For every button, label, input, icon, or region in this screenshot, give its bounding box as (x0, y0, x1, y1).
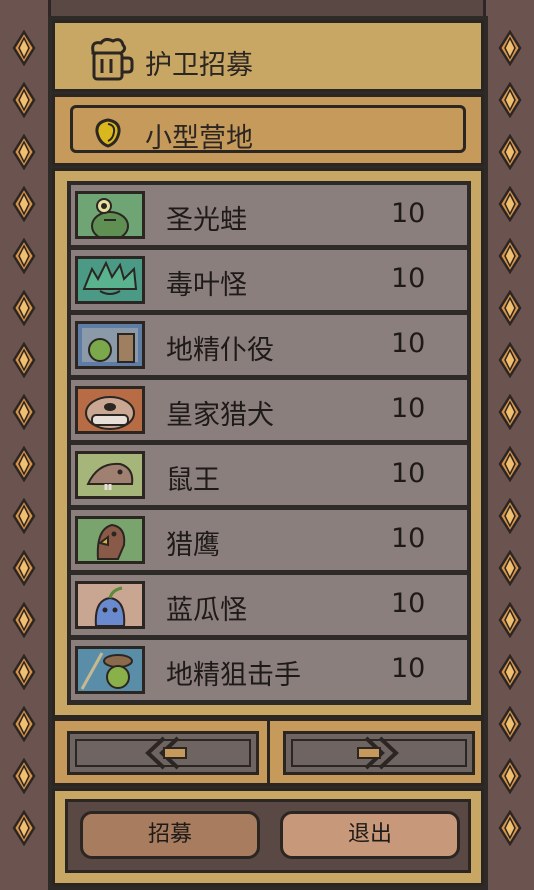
guard-name: 圣光蛙 (166, 205, 247, 236)
action-button-frame: 招募 退出 (65, 799, 471, 873)
guard-count: 10 (391, 523, 426, 554)
arrow-left-icon (145, 736, 187, 770)
frog-icon (75, 191, 145, 239)
guard-name: 蓝瓜怪 (166, 595, 247, 626)
prev-page-button[interactable] (67, 731, 259, 775)
rail-gem-icon (498, 550, 522, 586)
rail-gem-icon (12, 446, 36, 482)
location-label-frame: 小型营地 (70, 105, 466, 154)
rail-gem-icon (498, 602, 522, 638)
guard-name: 毒叶怪 (166, 270, 247, 301)
page-title: 护卫招募 (145, 50, 253, 81)
guard-row[interactable]: 地精仆役 10 (71, 315, 467, 375)
nav-divider (267, 721, 270, 783)
guard-count: 10 (391, 393, 426, 424)
guard-row[interactable]: 圣光蛙 10 (71, 185, 467, 245)
guard-name: 鼠王 (166, 465, 220, 496)
rail-gem-icon (12, 758, 36, 794)
rail-gem-icon (12, 82, 36, 118)
rail-gem-icon (12, 602, 36, 638)
falcon-icon (75, 516, 145, 564)
guard-name: 地精仆役 (166, 335, 274, 366)
beer-mug-icon (91, 37, 134, 81)
guard-count: 10 (391, 263, 426, 294)
goblin-servant-icon (75, 321, 145, 369)
rail-gem-icon (12, 30, 36, 66)
rail-gem-icon (498, 30, 522, 66)
rail-gem-icon (12, 394, 36, 430)
guard-row[interactable]: 猎鹰 10 (71, 510, 467, 570)
rail-gem-icon (498, 290, 522, 326)
rail-gem-icon (12, 134, 36, 170)
recruit-panel: 护卫招募 小型营地 圣光蛙 10 毒叶怪 10 地精仆役 10 皇家猎犬 10 … (48, 16, 488, 890)
rail-gem-icon (498, 498, 522, 534)
guard-count: 10 (391, 328, 426, 359)
guard-list-frame: 圣光蛙 10 毒叶怪 10 地精仆役 10 皇家猎犬 10 鼠王 10 猎鹰 1… (52, 168, 484, 718)
rail-gem-icon (12, 498, 36, 534)
rail-gem-icon (12, 238, 36, 274)
gold-shield-icon (95, 118, 121, 148)
guard-row[interactable]: 皇家猎犬 10 (71, 380, 467, 440)
rail-gem-icon (12, 706, 36, 742)
rail-gem-icon (498, 446, 522, 482)
rail-gem-icon (498, 186, 522, 222)
rail-gem-icon (12, 186, 36, 222)
guard-count: 10 (391, 198, 426, 229)
guard-name: 皇家猎犬 (166, 400, 274, 431)
rail-gem-icon (498, 810, 522, 846)
rail-gem-icon (12, 290, 36, 326)
rail-gem-icon (498, 654, 522, 690)
rail-gem-icon (12, 810, 36, 846)
rail-gem-icon (498, 238, 522, 274)
left-decorative-rail (0, 0, 51, 890)
location-bar: 小型营地 (52, 94, 484, 166)
guard-row[interactable]: 毒叶怪 10 (71, 250, 467, 310)
rail-gem-icon (498, 706, 522, 742)
guard-count: 10 (391, 458, 426, 489)
right-decorative-rail (483, 0, 534, 890)
rat-king-icon (75, 451, 145, 499)
blue-gourd-icon (75, 581, 145, 629)
guard-row[interactable]: 地精狙击手 10 (71, 640, 467, 700)
rail-gem-icon (498, 342, 522, 378)
rail-gem-icon (498, 758, 522, 794)
goblin-sniper-icon (75, 646, 145, 694)
guard-list: 圣光蛙 10 毒叶怪 10 地精仆役 10 皇家猎犬 10 鼠王 10 猎鹰 1… (67, 181, 471, 705)
guard-row[interactable]: 蓝瓜怪 10 (71, 575, 467, 635)
action-bar: 招募 退出 (52, 788, 484, 886)
guard-row[interactable]: 鼠王 10 (71, 445, 467, 505)
recruit-button[interactable]: 招募 (80, 811, 260, 859)
next-page-button[interactable] (283, 731, 475, 775)
exit-button[interactable]: 退出 (280, 811, 460, 859)
pagination-bar (52, 718, 484, 786)
title-bar: 护卫招募 (52, 20, 484, 92)
bulldog-icon (75, 386, 145, 434)
rail-gem-icon (498, 394, 522, 430)
rail-gem-icon (498, 82, 522, 118)
rail-gem-icon (498, 134, 522, 170)
location-name: 小型营地 (145, 123, 253, 154)
rail-gem-icon (12, 550, 36, 586)
guard-count: 10 (391, 588, 426, 619)
rail-gem-icon (12, 342, 36, 378)
guard-name: 地精狙击手 (166, 660, 301, 691)
leaf-monster-icon (75, 256, 145, 304)
rail-gem-icon (12, 654, 36, 690)
arrow-right-icon (357, 736, 399, 770)
guard-name: 猎鹰 (166, 530, 220, 561)
guard-count: 10 (391, 653, 426, 684)
